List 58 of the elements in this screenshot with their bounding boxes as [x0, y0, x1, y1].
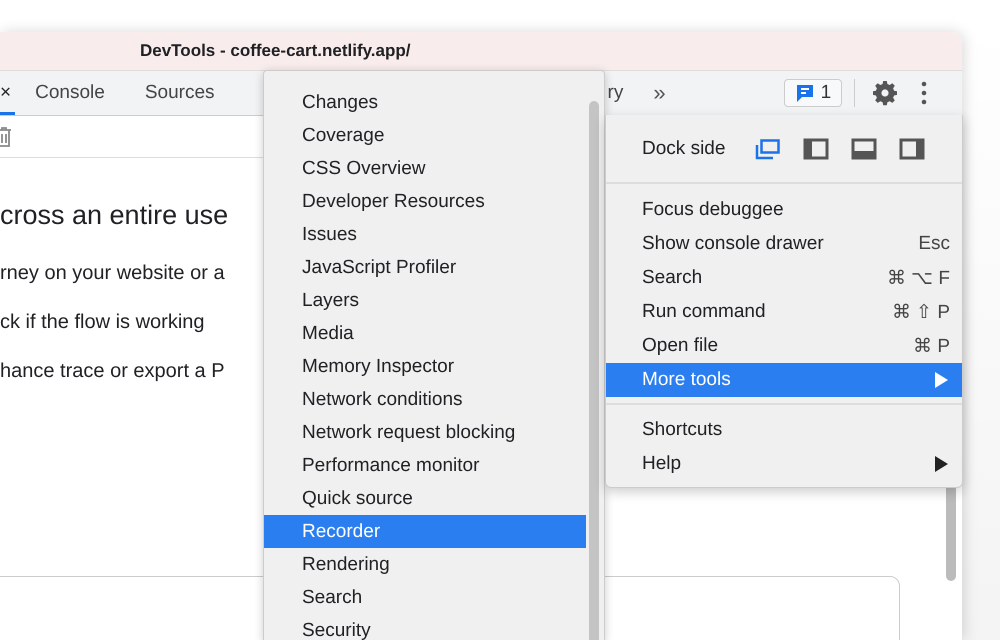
- menu-item[interactable]: Coverage: [264, 119, 586, 152]
- menu-item[interactable]: Quick source: [264, 482, 586, 515]
- menu-item[interactable]: Changes: [264, 86, 586, 119]
- shortcut-text: Esc: [918, 233, 950, 255]
- menu-item[interactable]: Memory Inspector: [264, 350, 586, 383]
- menu-item[interactable]: Issues: [264, 218, 586, 251]
- text-line: rney on your website or a: [0, 261, 225, 286]
- menu-item[interactable]: Run command ⌘ ⇧ P: [606, 295, 962, 329]
- tab[interactable]: ×: [0, 74, 16, 115]
- dock-bottom-icon[interactable]: [851, 138, 878, 160]
- menu-item[interactable]: Network request blocking: [264, 416, 586, 449]
- menu-item[interactable]: Developer Resources: [264, 185, 586, 218]
- menu-item-label: Help: [642, 453, 682, 475]
- menu-item-label: Shortcuts: [642, 419, 724, 441]
- shortcut-text: ⌘ P: [913, 335, 950, 358]
- message-icon: [794, 82, 815, 104]
- settings-icon[interactable]: [873, 80, 898, 106]
- menu-item[interactable]: CSS Overview: [264, 152, 586, 185]
- menu-item[interactable]: More tools: [606, 363, 962, 397]
- dock-left-icon[interactable]: [803, 138, 830, 160]
- menu-item-label: Focus debuggee: [642, 199, 785, 221]
- menu-item[interactable]: Open file ⌘ P: [606, 329, 962, 363]
- menu-item[interactable]: Layers: [264, 284, 586, 317]
- menu-item-label: Search: [642, 267, 704, 289]
- text-line: hance trace or export a P: [0, 359, 225, 384]
- dock-right-icon[interactable]: [899, 138, 926, 160]
- tab[interactable]: Console: [15, 74, 125, 115]
- menu-item[interactable]: Shortcuts: [606, 413, 962, 447]
- undock-icon[interactable]: [755, 138, 782, 160]
- tab[interactable]: Sources: [124, 74, 235, 115]
- more-options-icon[interactable]: [921, 81, 928, 105]
- heading: cross an entire use: [0, 200, 228, 231]
- menu-item-label: More tools: [642, 369, 732, 391]
- text-line: ck if the flow is working: [0, 310, 205, 335]
- scrollbar-thumb[interactable]: [589, 101, 599, 640]
- menu-item[interactable]: Show console drawer Esc: [606, 227, 962, 261]
- menu-item[interactable]: Network conditions: [264, 383, 586, 416]
- shortcut-text: ⌘ ⌥ F: [886, 267, 950, 290]
- menu-item[interactable]: JavaScript Profiler: [264, 251, 586, 284]
- overflow-button[interactable]: »: [643, 71, 676, 115]
- menu-item-label: Open file: [642, 335, 720, 357]
- window-title: DevTools - coffee-cart.netlify.app/: [140, 41, 410, 61]
- issues-button[interactable]: 1: [784, 79, 842, 107]
- tab[interactable]: ry: [588, 74, 644, 115]
- menu-item[interactable]: Performance monitor: [264, 449, 586, 482]
- menu-item-label: Show console drawer: [642, 233, 825, 255]
- menu-item[interactable]: Focus debuggee: [606, 193, 962, 227]
- menu-item[interactable]: Recorder: [264, 515, 586, 548]
- menu-item[interactable]: Help: [606, 447, 962, 481]
- menu-item[interactable]: Security: [264, 614, 586, 640]
- trash-icon[interactable]: [0, 124, 12, 148]
- menu-item[interactable]: Search: [264, 581, 586, 614]
- menu-item[interactable]: Rendering: [264, 548, 586, 581]
- shortcut-text: ⌘ ⇧ P: [892, 301, 950, 324]
- menu-item-label: Run command: [642, 301, 767, 323]
- menu-item[interactable]: Media: [264, 317, 586, 350]
- menu-item[interactable]: Search ⌘ ⌥ F: [606, 261, 962, 295]
- dock-side-label: Dock side: [642, 138, 726, 160]
